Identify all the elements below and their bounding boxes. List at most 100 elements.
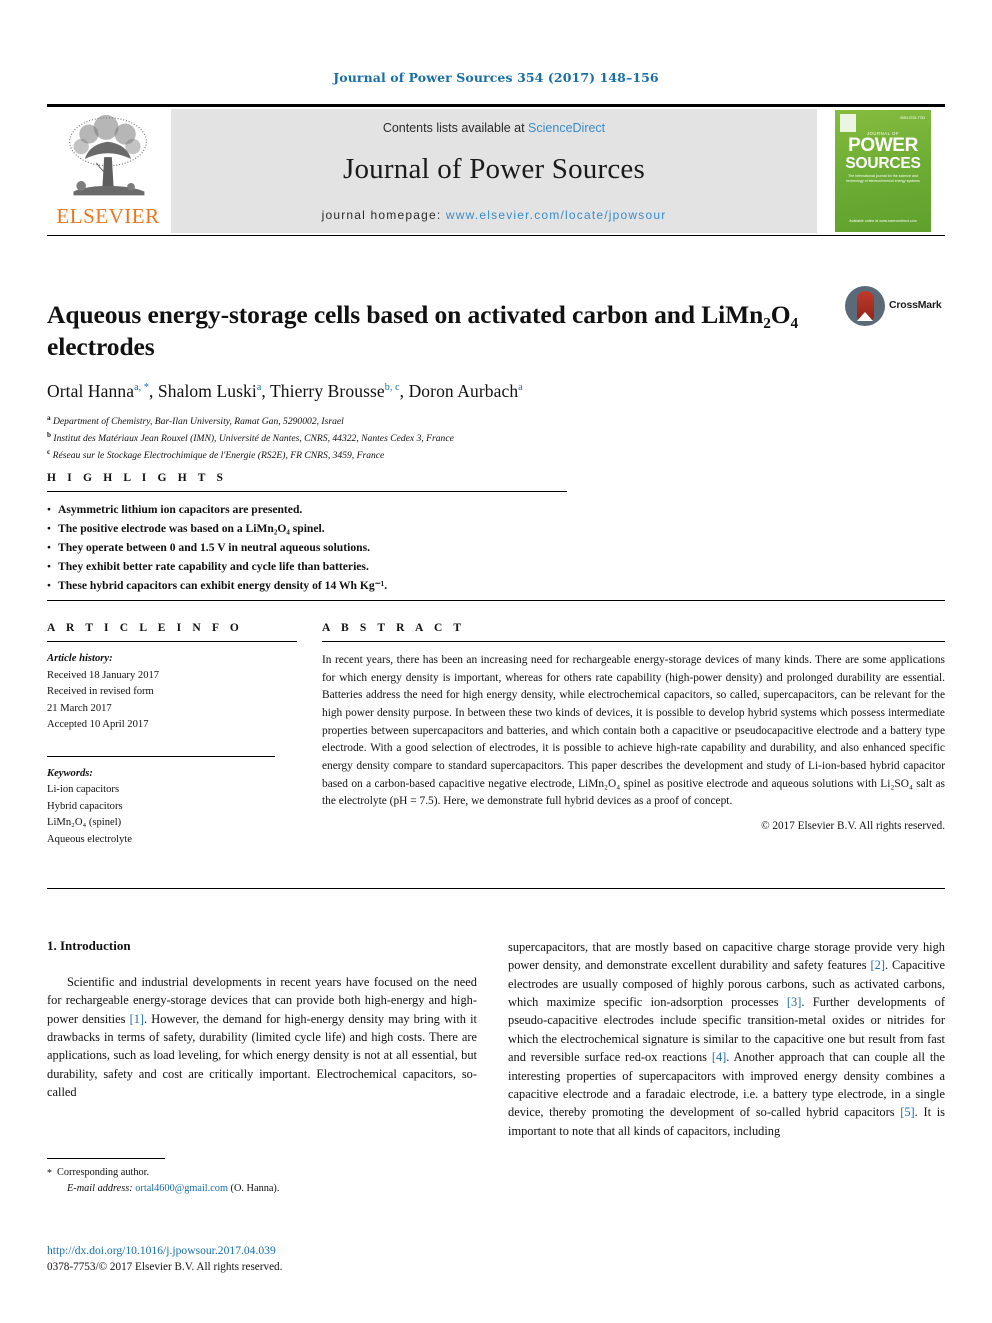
- article-history-item: Accepted 10 April 2017: [47, 719, 149, 731]
- affiliation-list: a Department of Chemistry, Bar-Ilan Univ…: [47, 413, 945, 463]
- author-separator: ,: [148, 381, 158, 402]
- article-info-heading: A R T I C L E I N F O: [47, 622, 243, 634]
- highlight-item: They exhibit better rate capability and …: [47, 558, 567, 577]
- asterisk-icon: *: [47, 1168, 52, 1179]
- homepage-prefix: journal homepage:: [321, 208, 446, 222]
- author-affiliation-marks: a, *: [134, 382, 149, 394]
- journal-title: Journal of Power Sources: [343, 153, 645, 185]
- citation-ref-4[interactable]: [4]: [712, 1050, 726, 1064]
- abstract-heading: A B S T R A C T: [322, 622, 466, 634]
- cover-elsevier-mark: [840, 114, 856, 132]
- author-separator: ,: [399, 381, 409, 402]
- keyword-item: Hybrid capacitors: [47, 800, 123, 812]
- author-name: Thierry Brousse: [270, 381, 385, 402]
- author-name: Ortal Hanna: [47, 381, 135, 402]
- article-history-item: Received 18 January 2017: [47, 669, 160, 681]
- highlights-list: Asymmetric lithium ion capacitors are pr…: [47, 501, 567, 595]
- affiliation-item: c Réseau sur le Stockage Electrochimique…: [47, 447, 945, 464]
- email-label: E-mail address:: [67, 1182, 133, 1194]
- article-history-block: Article history: Received 18 January 201…: [47, 651, 297, 734]
- keywords-block: Keywords: Li-ion capacitors Hybrid capac…: [47, 766, 297, 849]
- citation-ref-5[interactable]: [5]: [900, 1105, 914, 1119]
- author-entry[interactable]: Shalom Luskia: [158, 381, 261, 401]
- highlights-heading: H I G H L I G H T S: [47, 472, 228, 484]
- article-header: Aqueous energy-storage cells based on ac…: [47, 282, 945, 464]
- highlights-section: H I G H L I G H T S Asymmetric lithium i…: [47, 472, 567, 595]
- author-entry[interactable]: Doron Aurbacha: [409, 381, 523, 401]
- section-heading-introduction: 1. Introduction: [47, 938, 131, 953]
- page-footer: http://dx.doi.org/10.1016/j.jpowsour.201…: [47, 1242, 507, 1276]
- journal-homepage-line: journal homepage: www.elsevier.com/locat…: [171, 208, 817, 222]
- cover-title-line2: SOURCES: [845, 155, 921, 172]
- crossmark-icon: [845, 286, 885, 326]
- article-history-label: Article history:: [47, 653, 113, 664]
- section-divider-bottom: [47, 888, 945, 889]
- citation-ref-3[interactable]: [3]: [787, 995, 801, 1009]
- crossmark-label: CrossMark: [889, 299, 942, 311]
- email-line: E-mail address: ortal4600@gmail.com (O. …: [47, 1181, 477, 1197]
- corresponding-author-footnote: * Corresponding author. E-mail address: o…: [47, 1158, 477, 1197]
- affiliation-text: Department of Chemistry, Bar-Ilan Univer…: [53, 416, 344, 428]
- author-affiliation-marks: a: [518, 382, 523, 394]
- abstract-rule: [322, 641, 945, 642]
- cover-footer-text: Available online at www.sciencedirect.co…: [849, 218, 917, 223]
- contents-lists-line: Contents lists available at ScienceDirec…: [171, 109, 817, 135]
- keywords-label: Keywords:: [47, 767, 93, 779]
- abstract-copyright: © 2017 Elsevier B.V. All rights reserved…: [761, 820, 945, 833]
- body-column-left: 1. Introduction Scientific and industria…: [47, 938, 477, 1102]
- section-divider-top: [47, 600, 945, 601]
- highlight-item: The positive electrode was based on a Li…: [47, 520, 567, 539]
- citation-ref-2[interactable]: [2]: [871, 958, 885, 972]
- masthead-grey-band: Contents lists available at ScienceDirec…: [171, 109, 817, 233]
- email-link[interactable]: ortal4600@gmail.com: [135, 1183, 228, 1194]
- author-list: Ortal Hannaa, *, Shalom Luskia, Thierry …: [47, 381, 945, 402]
- affiliation-item: b Institut des Matériaux Jean Rouxel (IM…: [47, 430, 945, 447]
- keywords-rule: [47, 755, 275, 757]
- intro-paragraph-right: supercapacitors, that are mostly based o…: [508, 938, 945, 1140]
- paper-page: Journal of Power Sources 354 (2017) 148–…: [0, 0, 992, 1323]
- abstract-section: A B S T R A C T In recent years, there h…: [322, 622, 945, 832]
- highlights-rule: [47, 491, 567, 492]
- journal-masthead: ELSEVIER Contents lists available at Sci…: [47, 104, 945, 236]
- abstract-text: In recent years, there has been an incre…: [322, 654, 945, 808]
- author-entry[interactable]: Ortal Hannaa, *: [47, 381, 149, 401]
- author-name: Doron Aurbach: [408, 381, 519, 402]
- keyword-item: LiMn₂O₄ (spinel): [47, 817, 122, 829]
- affiliation-mark: c: [47, 447, 51, 456]
- running-head: Journal of Power Sources 354 (2017) 148–…: [333, 70, 659, 85]
- sciencedirect-link[interactable]: ScienceDirect: [528, 121, 605, 135]
- footnote-rule: [47, 1158, 165, 1159]
- affiliation-item: a Department of Chemistry, Bar-Ilan Univ…: [47, 413, 945, 430]
- article-history-item: Received in revised form: [47, 686, 154, 698]
- article-title: Aqueous energy-storage cells based on ac…: [47, 300, 799, 362]
- affiliation-mark: a: [47, 414, 51, 423]
- journal-cover-thumbnail: ISSN 0378-7753 JOURNAL OF POWER SOURCES …: [823, 109, 943, 233]
- highlight-item: They operate between 0 and 1.5 V in neut…: [47, 539, 567, 558]
- author-entry[interactable]: Thierry Brousseb, c: [270, 381, 400, 401]
- affiliation-text: Institut des Matériaux Jean Rouxel (IMN)…: [53, 433, 454, 445]
- corresponding-author-text: Corresponding author.: [57, 1167, 150, 1178]
- elsevier-tree-icon: [69, 114, 147, 196]
- author-name: Shalom Luski: [157, 381, 257, 402]
- issn-copyright-line: 0378-7753/© 2017 Elsevier B.V. All right…: [47, 1261, 283, 1274]
- highlight-item: These hybrid capacitors can exhibit ener…: [47, 577, 567, 596]
- contents-prefix: Contents lists available at: [382, 121, 529, 135]
- affiliation-text: Réseau sur le Stockage Electrochimique d…: [52, 450, 385, 462]
- doi-link[interactable]: http://dx.doi.org/10.1016/j.jpowsour.201…: [47, 1242, 507, 1259]
- article-history-item: 21 March 2017: [47, 702, 112, 714]
- corresponding-author-line: * Corresponding author.: [47, 1165, 477, 1181]
- author-separator: ,: [261, 381, 271, 402]
- keyword-item: Aqueous electrolyte: [47, 833, 133, 845]
- crossmark-badge-group[interactable]: CrossMark: [845, 286, 945, 328]
- email-suffix: (O. Hanna).: [230, 1182, 280, 1194]
- keyword-item: Li-ion capacitors: [47, 784, 120, 796]
- cover-subtitle: The international journal for the scienc…: [846, 174, 920, 184]
- highlight-item: Asymmetric lithium ion capacitors are pr…: [47, 501, 567, 520]
- citation-ref-1[interactable]: [1]: [130, 1012, 144, 1026]
- cover-title-line1: POWER: [848, 135, 918, 156]
- journal-homepage-link[interactable]: www.elsevier.com/locate/jpowsour: [446, 208, 666, 222]
- elsevier-logo: ELSEVIER: [47, 109, 169, 233]
- cover-issn: ISSN 0378-7753: [899, 116, 925, 120]
- journal-cover-image: ISSN 0378-7753 JOURNAL OF POWER SOURCES …: [835, 110, 931, 232]
- body-column-right: supercapacitors, that are mostly based o…: [508, 938, 945, 1140]
